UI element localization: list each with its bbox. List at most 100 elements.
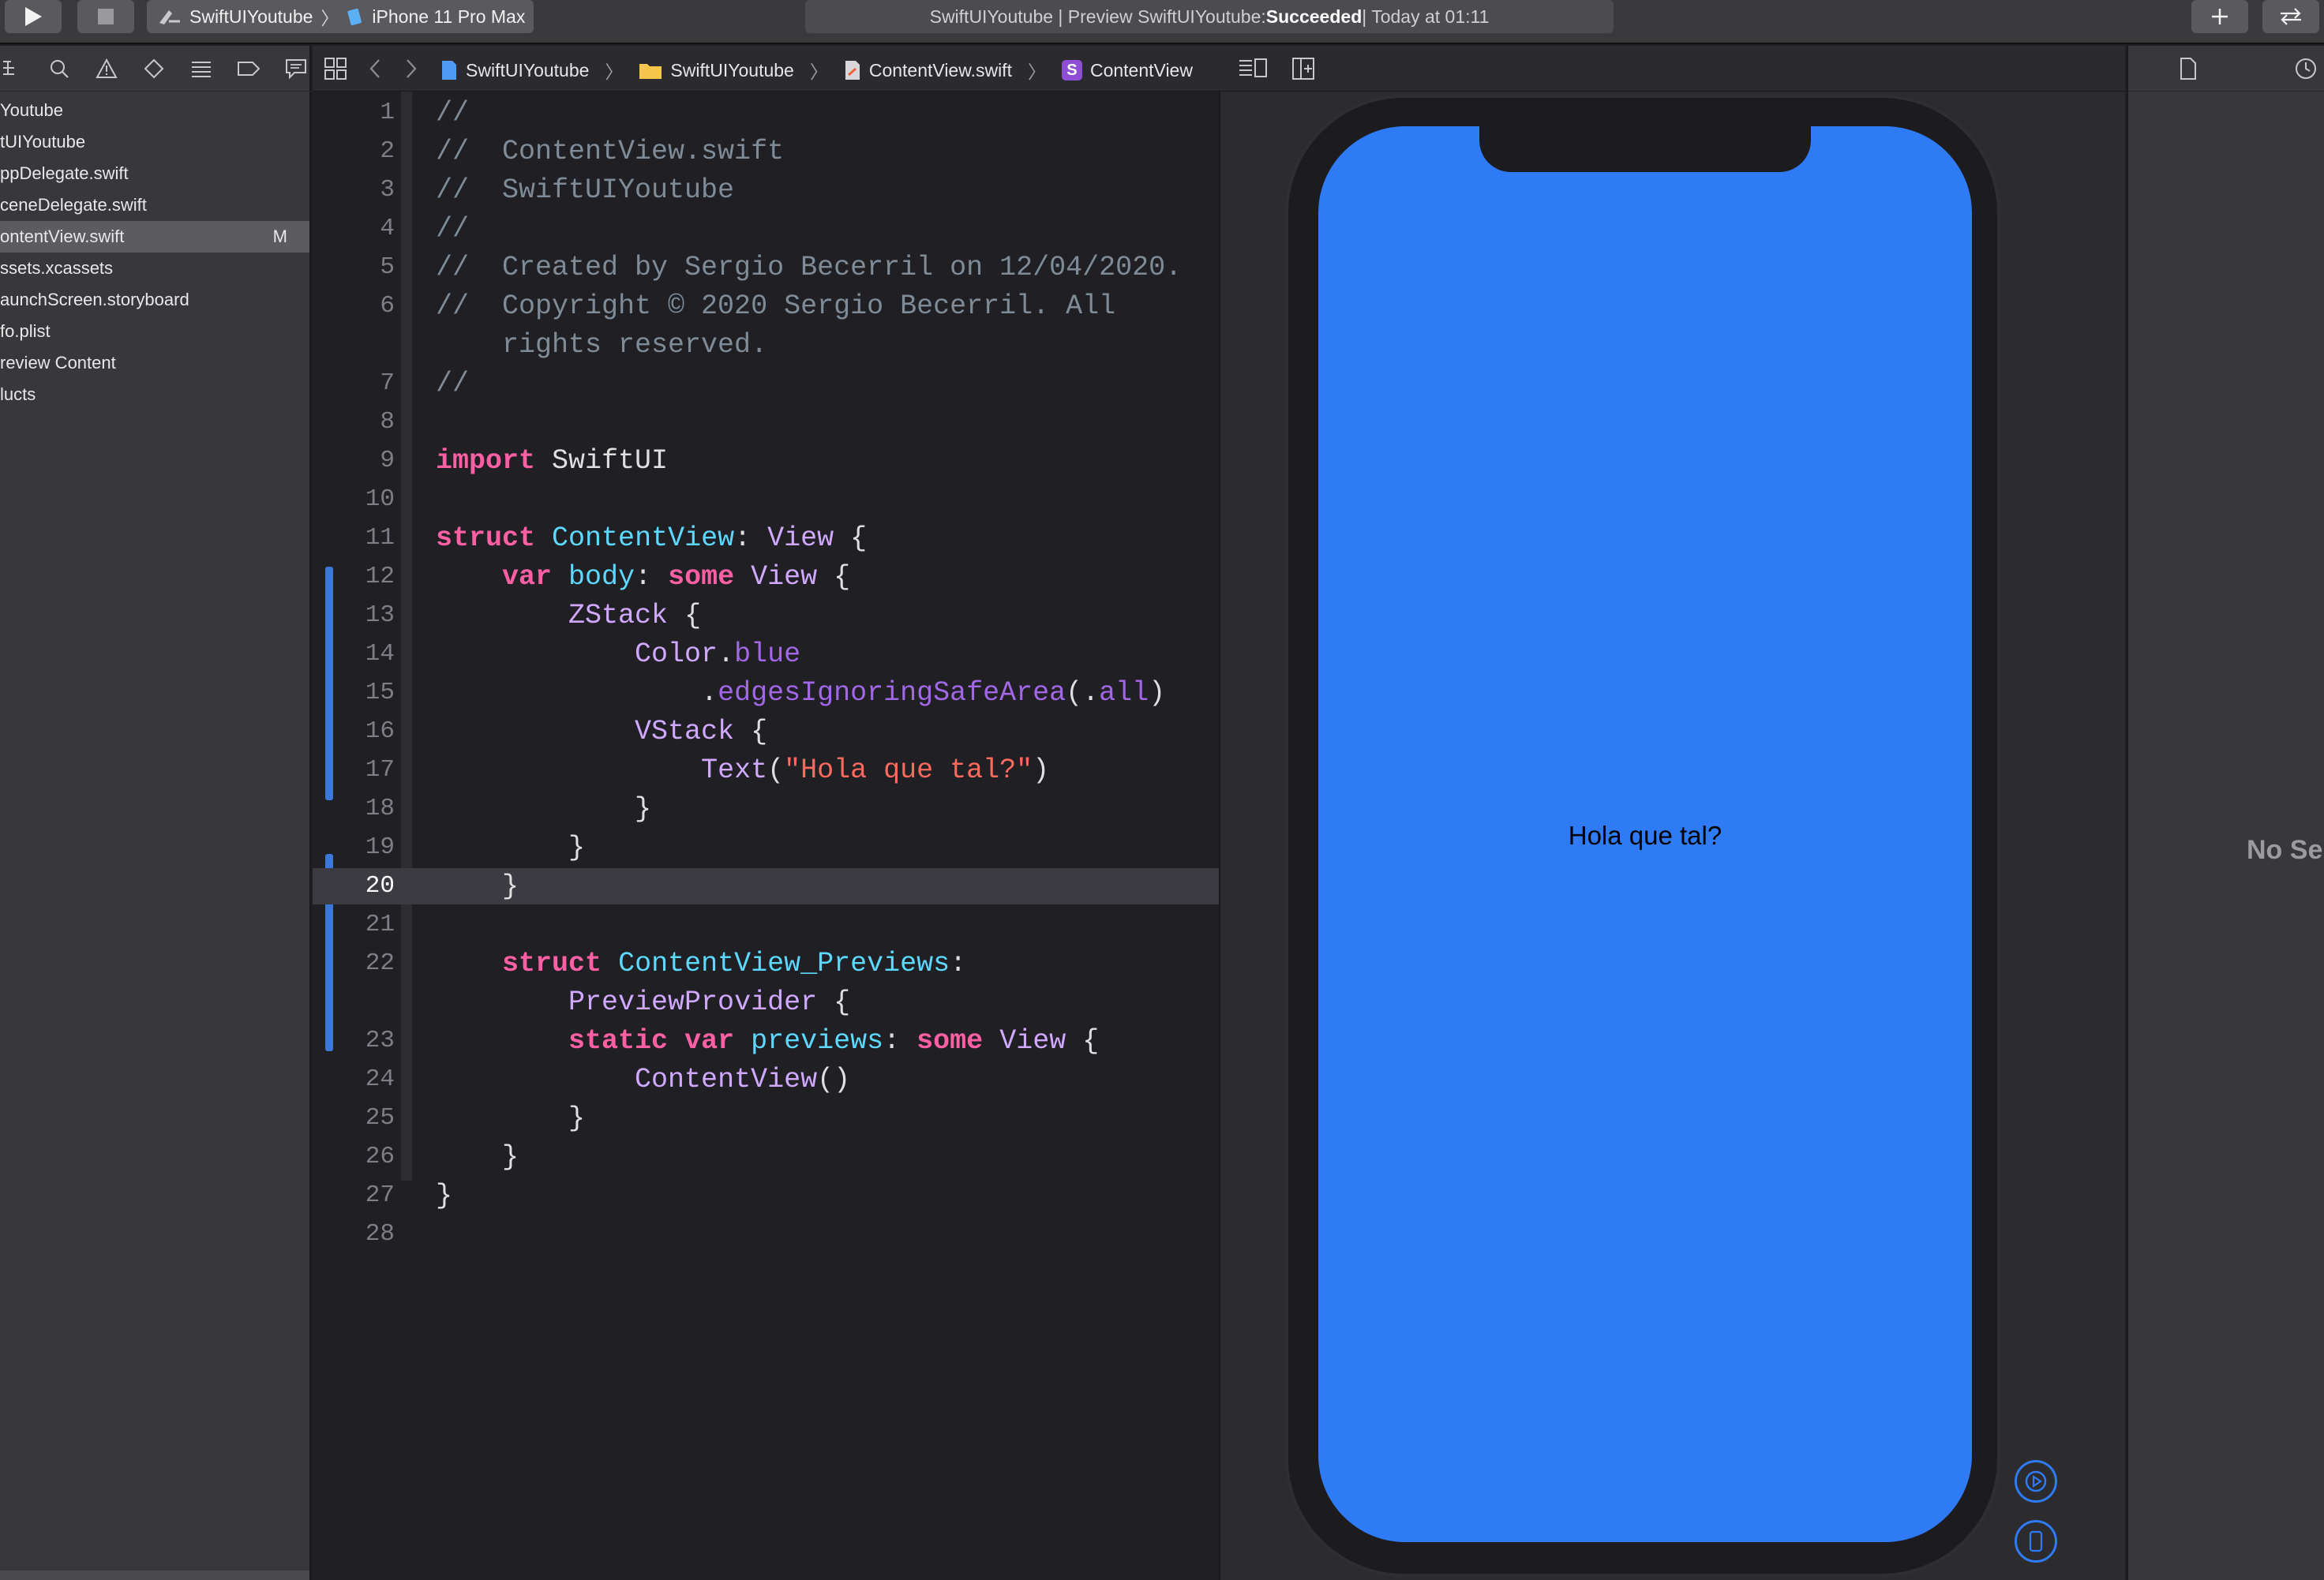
code-line[interactable]: 5 // Created by Sergio Becerril on 12/04/… (313, 249, 1219, 286)
code-line[interactable]: 9 import SwiftUI (313, 443, 1219, 479)
code-token: } (436, 1180, 453, 1211)
code-line[interactable]: 11 struct ContentView: View { (313, 520, 1219, 556)
breakpoint-navigator-tab[interactable] (237, 57, 261, 80)
code-line[interactable]: 13 ZStack { (313, 597, 1219, 634)
code-line[interactable]: 27} (313, 1178, 1219, 1214)
code-token: . (436, 677, 718, 709)
nav-item-launchscreen[interactable]: aunchScreen.storyboard (0, 284, 309, 316)
line-source: .edgesIgnoringSafeArea(.all) (436, 675, 1165, 711)
report-navigator-tab[interactable] (284, 57, 308, 80)
line-source: // (436, 95, 469, 131)
nav-item-contentview[interactable]: ontentView.swift M (0, 221, 309, 253)
nav-item-preview-content[interactable]: review Content (0, 347, 309, 379)
code-line[interactable]: 12 var body: some View { (313, 559, 1219, 595)
code-line[interactable]: 14 Color.blue (313, 636, 1219, 672)
source-editor[interactable]: 1 // 2 // ContentView.swift 3 // SwiftUIYoutu… (313, 92, 1219, 1580)
code-line[interactable]: PreviewProvider { (313, 984, 1219, 1020)
code-line[interactable]: 6 // Copyright © 2020 Sergio Becerril. Al… (313, 288, 1219, 324)
code-line[interactable]: 24 ContentView() (313, 1061, 1219, 1098)
code-line[interactable]: rights reserved. (313, 327, 1219, 363)
line-number: 26 (365, 1143, 395, 1170)
add-editor-button[interactable] (1291, 57, 1315, 85)
code-line[interactable]: 7 // (313, 365, 1219, 402)
debug-navigator-tab[interactable] (189, 57, 213, 80)
nav-item-infoplist[interactable]: fo.plist (0, 316, 309, 347)
preview-on-device-button[interactable] (2015, 1520, 2057, 1563)
code-token: previews (751, 1025, 884, 1057)
editor-options-button[interactable] (1238, 57, 1269, 85)
nav-item-assets[interactable]: ssets.xcassets (0, 253, 309, 284)
code-line[interactable]: 28 (313, 1216, 1219, 1252)
nav-item-appdelegate[interactable]: ppDelegate.swift (0, 158, 309, 189)
code-review-button[interactable] (2262, 0, 2319, 33)
clock-icon (2296, 58, 2316, 79)
line-number: 16 (365, 717, 395, 745)
navigator-filter-bar[interactable] (0, 1571, 309, 1580)
issue-navigator-tab[interactable] (95, 57, 118, 80)
play-circle-icon (2025, 1470, 2047, 1492)
code-line[interactable]: 20 } (313, 868, 1219, 904)
code-line[interactable]: 2 // ContentView.swift (313, 133, 1219, 170)
swift-file-icon (845, 61, 860, 80)
line-source: // Created by Sergio Becerril on 12/04/2… (436, 249, 1182, 286)
line-source: // Copyright © 2020 Sergio Becerril. All (436, 288, 1115, 324)
nav-item-project[interactable]: Youtube (0, 95, 309, 126)
project-navigator: Youtube tUIYoutube ppDelegate.swift cene… (0, 46, 311, 1580)
library-button[interactable] (2191, 0, 2248, 33)
code-token: import (436, 445, 536, 477)
stop-button[interactable] (77, 0, 134, 33)
breadcrumb-file[interactable]: ContentView.swift (844, 59, 1012, 81)
code-line[interactable]: 16 VStack { (313, 713, 1219, 750)
line-number: 15 (365, 679, 395, 706)
code-line[interactable]: 3 // SwiftUIYoutube (313, 172, 1219, 208)
plus-icon (2212, 9, 2228, 24)
history-inspector-tab[interactable] (2294, 57, 2318, 84)
chevron-right-icon (407, 59, 417, 78)
project-navigator-tab[interactable] (0, 57, 24, 80)
line-source: var body: some View { (436, 559, 850, 595)
nav-item-products[interactable]: lucts (0, 379, 309, 410)
code-line[interactable]: 15 .edgesIgnoringSafeArea(.all) (313, 675, 1219, 711)
list-lines-icon (192, 61, 211, 77)
live-preview-button[interactable] (2015, 1460, 2057, 1503)
related-items-button[interactable] (324, 57, 347, 85)
code-line[interactable]: 19 } (313, 829, 1219, 866)
code-token: some (668, 561, 735, 593)
breadcrumb-folder[interactable]: SwiftUIYoutube (639, 60, 794, 81)
breadcrumb-project[interactable]: SwiftUIYoutube (440, 59, 589, 81)
code-line[interactable]: 23 static var previews: some View { (313, 1023, 1219, 1059)
line-source: rights reserved. (436, 327, 767, 363)
scheme-selector[interactable]: SwiftUIYoutube 〉 iPhone 11 Pro Max (147, 0, 534, 33)
back-button[interactable] (368, 57, 384, 85)
run-button[interactable] (5, 0, 62, 33)
line-number: 21 (365, 911, 395, 938)
line-source: static var previews: some View { (436, 1023, 1099, 1059)
device-screen[interactable]: Hola que tal? (1318, 126, 1972, 1542)
code-line[interactable]: 18 } (313, 791, 1219, 827)
forward-button[interactable] (403, 57, 418, 85)
line-source: // SwiftUIYoutube (436, 172, 734, 208)
code-line[interactable]: 1 // (313, 95, 1219, 131)
breadcrumb-symbol[interactable]: S ContentView (1061, 60, 1193, 81)
code-line[interactable]: 25 } (313, 1100, 1219, 1136)
nav-item-group[interactable]: tUIYoutube (0, 126, 309, 158)
code-line[interactable]: 10 (313, 481, 1219, 518)
find-navigator-tab[interactable] (47, 57, 71, 80)
code-line[interactable]: 17 Text("Hola que tal?") (313, 752, 1219, 788)
code-token: { (1066, 1025, 1100, 1057)
code-token: // Created by Sergio Becerril on 12/04/2… (436, 252, 1183, 283)
code-line[interactable]: 8 (313, 404, 1219, 440)
line-number: 19 (365, 833, 395, 861)
code-line[interactable]: 26 } (313, 1139, 1219, 1175)
code-line[interactable]: 4 // (313, 211, 1219, 247)
code-line[interactable]: 21 (313, 907, 1219, 943)
nav-item-scenedelegate[interactable]: ceneDelegate.swift (0, 189, 309, 221)
code-token: View (751, 561, 818, 593)
code-line[interactable]: 22 struct ContentView_Previews: (313, 945, 1219, 982)
line-number: 7 (380, 369, 395, 397)
test-navigator-tab[interactable] (142, 57, 166, 80)
file-inspector-tab[interactable] (2179, 57, 2198, 84)
